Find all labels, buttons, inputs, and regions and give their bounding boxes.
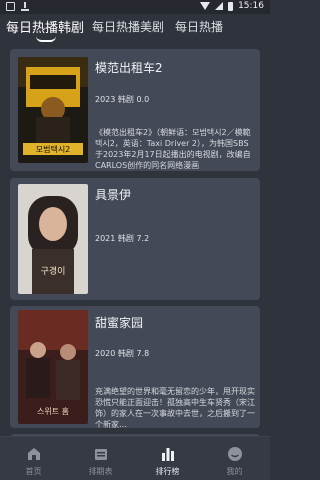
- svg-text:스위트 홈: 스위트 홈: [37, 406, 69, 416]
- nav-ranking[interactable]: 排行榜: [134, 437, 201, 480]
- tab-daily-american[interactable]: 每日热播美剧: [92, 18, 164, 35]
- nav-profile-label: 我的: [226, 467, 243, 476]
- show-description: 《模范出租车2》（朝鲜语：모범택시2／模範택시2，英语：Taxi Driver …: [95, 128, 251, 170]
- show-title: 模范出租车2: [95, 61, 163, 75]
- show-poster: 구경이: [18, 184, 88, 294]
- tab-daily-korean[interactable]: 每日热播韩剧: [6, 17, 84, 36]
- show-meta: 2023 韩剧 0.0: [95, 95, 150, 104]
- nav-profile[interactable]: 我的: [201, 437, 268, 480]
- show-meta: 2021 韩剧 7.2: [95, 234, 150, 243]
- show-poster: 스위트 홈: [18, 310, 88, 424]
- poster-image-taxi-driver: 모범택시2: [18, 57, 88, 163]
- show-poster: 모범택시2: [18, 57, 88, 163]
- signal-icon: [215, 2, 224, 10]
- show-card[interactable]: 구경이 具景伊 2021 韩剧 7.2: [10, 178, 260, 300]
- nav-home-label: 首页: [25, 467, 42, 476]
- nav-schedule[interactable]: 排期表: [67, 437, 134, 480]
- nav-schedule-label: 排期表: [88, 467, 113, 476]
- svg-text:모범택시2: 모범택시2: [36, 144, 71, 154]
- battery-icon: [228, 1, 234, 11]
- show-card[interactable]: 모범택시2 模范出租车2 2023 韩剧 0.0 《模范出租车2》（朝鲜语：모범…: [10, 49, 260, 171]
- active-tab-indicator: [36, 36, 56, 42]
- tab-daily-hot[interactable]: 每日热播: [175, 18, 223, 35]
- poster-image-sweet-home: 스위트 홈: [18, 310, 88, 424]
- show-meta: 2020 韩剧 7.8: [95, 349, 150, 358]
- bottom-nav: 首页 排期表 排行榜 我的: [0, 436, 270, 480]
- status-time: 15:16: [238, 1, 264, 11]
- calendar-icon: [95, 449, 107, 460]
- show-title: 具景伊: [95, 188, 132, 202]
- profile-icon: [228, 447, 242, 461]
- download-icon: [21, 2, 29, 11]
- status-bar: 15:16: [0, 0, 270, 14]
- show-description: 充满绝望的世界和毫无留恋的少年，甩开现实恐慌只能正面迎击！孤独高中生车贤秀（宋江…: [95, 387, 255, 428]
- bar-chart-icon: [162, 448, 174, 461]
- svg-text:구경이: 구경이: [41, 265, 66, 277]
- show-title: 甜蜜家园: [95, 316, 144, 330]
- poster-image-gyeong-i: 구경이: [18, 184, 88, 294]
- top-tab-bar: 每日热播韩剧 每日热播美剧 每日热播: [0, 14, 270, 44]
- wifi-icon: [200, 2, 211, 10]
- home-icon: [28, 448, 40, 460]
- nav-home[interactable]: 首页: [0, 437, 67, 480]
- nav-ranking-label: 排行榜: [155, 467, 180, 476]
- notification-icons: [6, 2, 29, 11]
- status-right: 15:16: [200, 1, 264, 11]
- show-list[interactable]: 모범택시2 模范出租车2 2023 韩剧 0.0 《模范出租车2》（朝鲜语：모범…: [0, 44, 270, 436]
- screenshot-icon: [6, 2, 15, 11]
- show-card[interactable]: 스위트 홈 甜蜜家园 2020 韩剧 7.8 充满绝望的世界和毫无留恋的少年，甩…: [10, 306, 260, 428]
